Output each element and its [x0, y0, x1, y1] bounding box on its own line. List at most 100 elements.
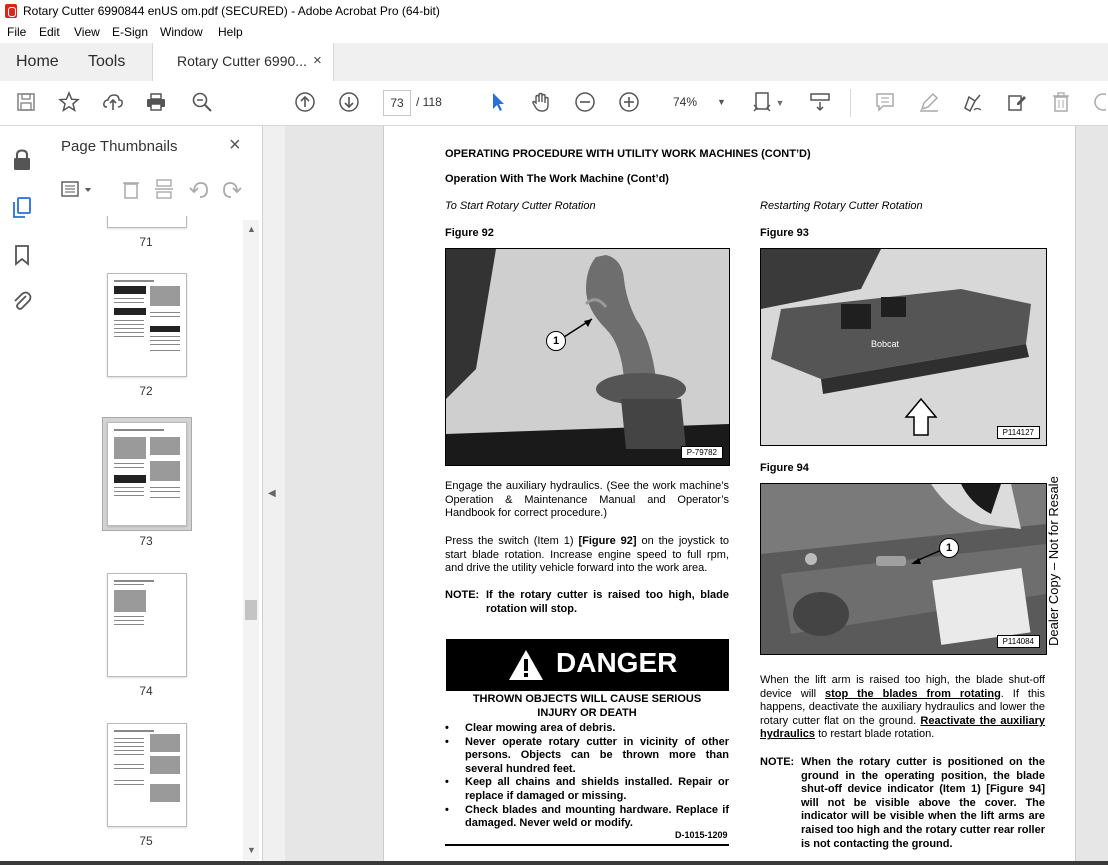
acrobat-icon [5, 4, 17, 18]
tab-document-label: Rotary Cutter 6990... [177, 53, 307, 69]
thumbnail-label: 75 [139, 834, 153, 848]
tab-document[interactable]: Rotary Cutter 6990... × [152, 43, 334, 82]
thumbnail-options-icon[interactable] [61, 178, 97, 200]
callout-marker: 1 [546, 331, 566, 351]
select-cursor-icon[interactable] [486, 91, 510, 115]
thumbnail-page[interactable] [107, 216, 187, 228]
scrollbar-thumb[interactable] [245, 600, 257, 620]
note-2-text: When the rotary cutter is positioned on … [801, 756, 1045, 850]
menu-bar: File Edit View E-Sign Window Help [0, 22, 1108, 43]
scroll-up-icon[interactable]: ▲ [247, 224, 256, 234]
tab-bar: Home Tools Rotary Cutter 6990... × [0, 43, 1108, 82]
upload-cloud-icon[interactable] [101, 91, 125, 115]
menu-help[interactable]: Help [218, 25, 243, 39]
attachment-paperclip-icon[interactable] [10, 289, 34, 313]
thumbnail-page[interactable] [107, 573, 187, 677]
paragraph-engage: Engage the auxiliary hydraulics. (See th… [445, 480, 729, 520]
save-icon[interactable] [14, 91, 38, 115]
figure-code: P114127 [996, 426, 1040, 439]
dealer-watermark: Dealer Copy – Not for Resale [1046, 476, 1061, 646]
toolbar-divider [850, 89, 851, 117]
taskbar-strip [0, 861, 1108, 865]
danger-bullet: • Check blades and mounting hardware. Rep… [445, 803, 729, 830]
bobcat-brand-text: Bobcat [871, 339, 900, 349]
thumbnail-page-current[interactable] [107, 422, 187, 526]
callout-marker: 1 [939, 538, 959, 558]
danger-bullet: • Clear mowing area of debris. [445, 722, 616, 734]
panel-toolbar [45, 172, 262, 208]
zoom-in-icon[interactable] [617, 91, 641, 115]
thumbnails-panel: Page Thumbnails × 71 72 73 74 75 [45, 126, 263, 861]
thumbnail-scrollbar[interactable]: ▲ ▼ [243, 220, 259, 860]
main-toolbar: 73 / 118 74% ▼ ▼ [0, 81, 1108, 126]
thumbnail-page[interactable] [107, 273, 187, 377]
comment-icon[interactable] [873, 91, 897, 115]
menu-edit[interactable]: Edit [39, 25, 60, 39]
hand-tool-icon[interactable] [529, 91, 553, 115]
figure-93-image: Bobcat P114127 [760, 248, 1047, 446]
zoom-select[interactable]: 74% ▼ [663, 90, 731, 114]
figure-94-image: 1 P114084 [760, 483, 1047, 655]
tab-tools[interactable]: Tools [88, 43, 125, 81]
paragraph-press-switch: Press the switch (Item 1) [Figure 92] on… [445, 535, 730, 575]
close-tab-icon[interactable]: × [313, 52, 322, 69]
page-number-input[interactable]: 73 [383, 90, 411, 116]
chevron-down-icon: ▼ [717, 97, 726, 107]
highlight-pen-icon[interactable] [917, 91, 941, 115]
zoom-search-icon[interactable] [190, 91, 214, 115]
delete-page-icon[interactable] [120, 178, 142, 200]
tab-home[interactable]: Home [16, 43, 59, 81]
scroll-down-icon[interactable]: ▼ [247, 845, 256, 855]
extract-page-icon[interactable] [153, 178, 175, 200]
sign-pen-icon[interactable] [960, 91, 984, 115]
page-fit-icon[interactable] [752, 91, 776, 115]
paragraph-lift-arm: When the lift arm is raised too high, th… [760, 674, 1045, 741]
page-total: / 118 [416, 95, 442, 109]
danger-bullets: • Clear mowing area of debris. • Never ope… [445, 722, 729, 831]
warning-triangle-icon [509, 650, 543, 680]
zoom-out-icon[interactable] [573, 91, 597, 115]
bookmark-star-icon[interactable] [57, 91, 81, 115]
danger-bullet: • Never operate rotary cutter in vicinity… [445, 735, 729, 775]
thumbnail-label: 73 [139, 534, 153, 548]
close-panel-icon[interactable]: × [229, 134, 241, 157]
danger-bullet: • Keep all chains and shields installed. … [445, 776, 729, 802]
bookmark-icon[interactable] [10, 243, 34, 267]
rotate-right-icon[interactable] [221, 178, 243, 200]
scroll-mode-icon[interactable] [808, 91, 832, 115]
menu-window[interactable]: Window [160, 25, 203, 39]
rotate-left-icon[interactable] [188, 178, 210, 200]
more-tools-icon[interactable] [1092, 91, 1106, 115]
thumbnail-page[interactable] [107, 723, 187, 827]
panel-title: Page Thumbnails [61, 138, 178, 155]
delete-trash-icon[interactable] [1049, 91, 1073, 115]
edit-pdf-icon[interactable] [1005, 91, 1029, 115]
page-thumbnails-icon[interactable] [10, 196, 34, 220]
title-bar: Rotary Cutter 6990844 enUS om.pdf (SECUR… [0, 0, 1108, 22]
menu-view[interactable]: View [74, 25, 100, 39]
print-icon[interactable] [144, 91, 168, 115]
window-title: Rotary Cutter 6990844 enUS om.pdf (SECUR… [23, 4, 440, 18]
previous-page-icon[interactable] [293, 91, 317, 115]
danger-rule [445, 844, 729, 846]
menu-esign[interactable]: E-Sign [112, 25, 148, 39]
page-fit-dropdown-icon[interactable]: ▼ [775, 91, 785, 115]
figure-92-label: Figure 92 [445, 227, 494, 239]
danger-banner: DANGER [446, 639, 729, 691]
danger-headline: THROWN OBJECTS WILL CAUSE SERIOUS INJURY … [472, 693, 702, 719]
pdf-page: OPERATING PROCEDURE WITH UTILITY WORK MA… [383, 126, 1076, 861]
collapse-panel-icon[interactable]: ◀ [268, 488, 276, 499]
page-subheading: Operation With The Work Machine (Cont’d) [445, 173, 669, 185]
thumbnail-list: 71 72 73 74 75 [55, 216, 245, 861]
thumbnail-label: 71 [139, 235, 153, 249]
right-section-title: Restarting Rotary Cutter Rotation [760, 200, 923, 212]
figure-code: P-79782 [680, 446, 723, 459]
next-page-icon[interactable] [337, 91, 361, 115]
document-viewer[interactable]: OPERATING PROCEDURE WITH UTILITY WORK MA… [285, 126, 1108, 861]
figure-93-label: Figure 93 [760, 227, 809, 239]
lock-icon[interactable] [10, 148, 34, 172]
menu-file[interactable]: File [7, 25, 26, 39]
note-1-label: NOTE: [445, 589, 480, 601]
zoom-value: 74% [673, 95, 698, 109]
figure-92-image: 1 P-79782 [445, 248, 730, 466]
